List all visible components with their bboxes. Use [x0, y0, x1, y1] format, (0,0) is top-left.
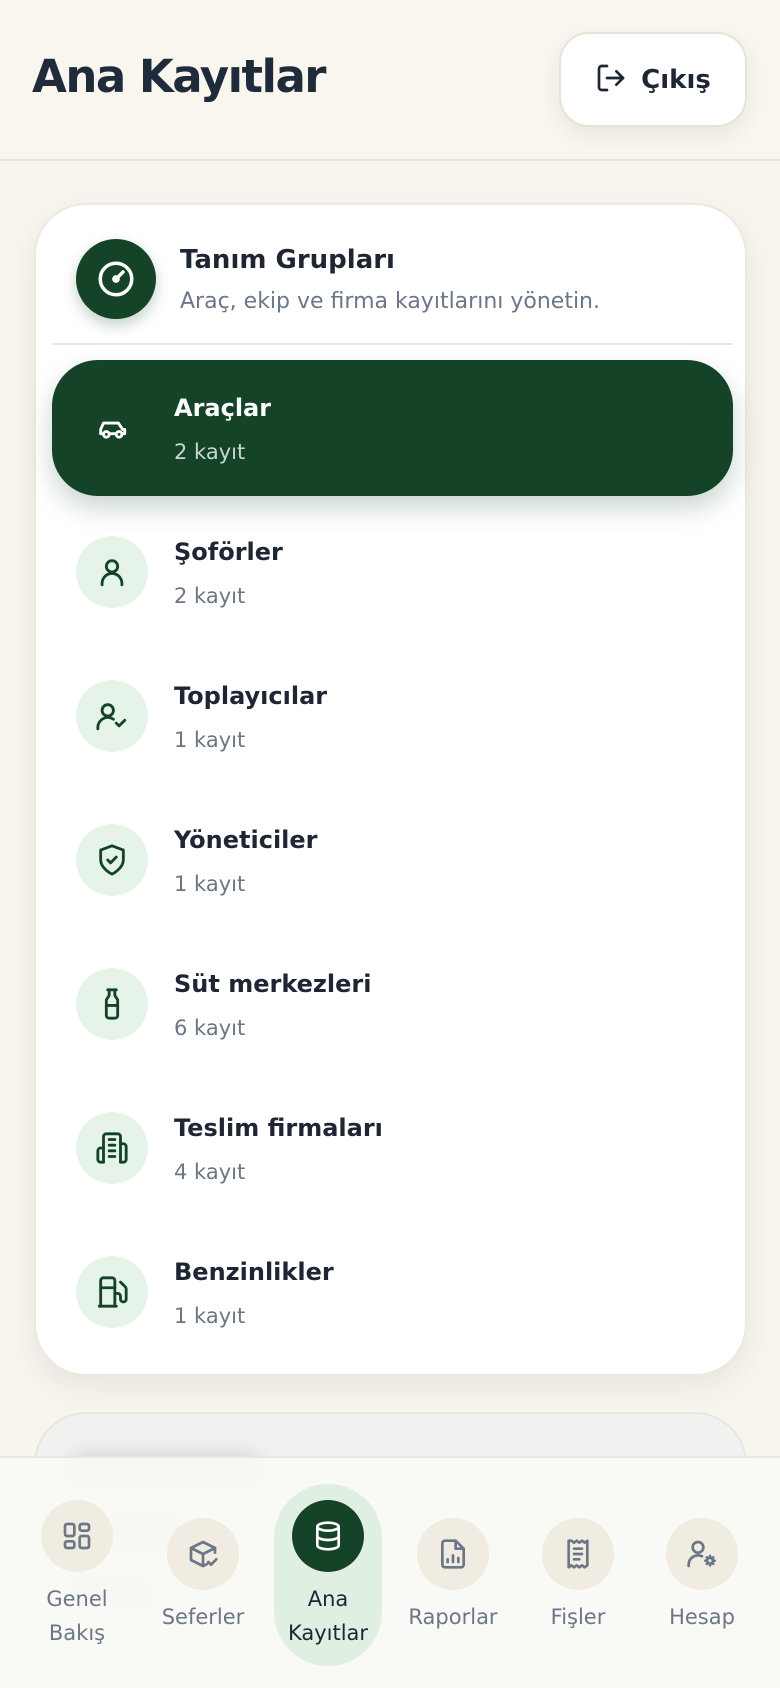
group-label: Süt merkezleri — [174, 970, 372, 998]
card-subtitle: Araç, ekip ve firma kayıtlarını yönetin. — [180, 289, 600, 314]
group-item-soforler[interactable]: Şoförler 2 kayıt — [52, 504, 733, 640]
database-icon — [292, 1500, 364, 1572]
bottom-navigation: Genel Bakış Seferler Ana Kayıtlar Raporl… — [0, 1456, 780, 1688]
building-icon — [76, 1112, 148, 1184]
group-count: 2 kayıt — [174, 440, 246, 464]
nav-item-seferler[interactable]: Seferler — [140, 1458, 266, 1688]
group-item-yoneticiler[interactable]: Yöneticiler 1 kayıt — [52, 792, 733, 928]
nav-item-fisler[interactable]: Fişler — [515, 1458, 641, 1688]
dashboard-icon — [41, 1500, 113, 1572]
logout-label: Çıkış — [641, 64, 711, 95]
nav-label: Kayıtlar — [287, 1621, 369, 1645]
package-check-icon — [167, 1518, 239, 1590]
group-item-benzinlikler[interactable]: Benzinlikler 1 kayıt — [52, 1224, 733, 1360]
log-out-icon — [595, 62, 627, 98]
divider — [52, 343, 733, 345]
group-label: Toplayıcılar — [174, 682, 328, 710]
group-item-sut-merkezleri[interactable]: Süt merkezleri 6 kayıt — [52, 936, 733, 1072]
group-item-araclar[interactable]: Araçlar 2 kayıt — [52, 360, 733, 496]
group-label: Şoförler — [174, 538, 283, 566]
group-label: Araçlar — [174, 394, 272, 422]
card-title: Tanım Grupları — [180, 245, 395, 275]
shield-check-icon — [76, 824, 148, 896]
group-label: Benzinlikler — [174, 1258, 334, 1286]
nav-item-genel-bakis[interactable]: Genel Bakış — [14, 1458, 140, 1688]
logout-button[interactable]: Çıkış — [559, 32, 747, 127]
user-cog-icon — [666, 1518, 738, 1590]
group-item-toplayicilar[interactable]: Toplayıcılar 1 kayıt — [52, 648, 733, 784]
fuel-icon — [76, 1256, 148, 1328]
group-count: 1 kayıt — [174, 872, 246, 896]
nav-item-raporlar[interactable]: Raporlar — [390, 1458, 516, 1688]
page-title: Ana Kayıtlar — [32, 50, 327, 103]
nav-item-hesap[interactable]: Hesap — [639, 1458, 765, 1688]
definition-groups-card: Tanım Grupları Araç, ekip ve firma kayıt… — [34, 203, 747, 1376]
receipt-icon — [542, 1518, 614, 1590]
group-item-teslim-firmalari[interactable]: Teslim firmaları 4 kayıt — [52, 1080, 733, 1216]
nav-label: Bakış — [48, 1621, 106, 1645]
nav-label: Hesap — [669, 1605, 735, 1629]
car-icon — [76, 392, 148, 464]
report-icon — [417, 1518, 489, 1590]
nav-label: Genel — [46, 1587, 108, 1611]
group-label: Teslim firmaları — [174, 1114, 383, 1142]
milk-bottle-icon — [76, 968, 148, 1040]
group-count: 6 kayıt — [174, 1016, 246, 1040]
group-count: 4 kayıt — [174, 1160, 246, 1184]
card-header: Tanım Grupları Araç, ekip ve firma kayıt… — [36, 205, 745, 345]
nav-label: Seferler — [161, 1605, 245, 1629]
top-header: Ana Kayıtlar Çıkış — [0, 0, 780, 161]
user-check-icon — [76, 680, 148, 752]
user-icon — [76, 536, 148, 608]
nav-label: Fişler — [550, 1605, 606, 1629]
app-screen: Ana Kayıtlar Çıkış Tanım Grupları Araç, … — [0, 0, 780, 1688]
group-label: Yöneticiler — [174, 826, 318, 854]
nav-label: Ana — [307, 1587, 349, 1611]
nav-label: Raporlar — [408, 1605, 498, 1629]
nav-item-ana-kayitlar[interactable]: Ana Kayıtlar — [265, 1458, 391, 1688]
group-count: 1 kayıt — [174, 1304, 246, 1328]
group-count: 1 kayıt — [174, 728, 246, 752]
gauge-icon — [76, 239, 156, 319]
group-count: 2 kayıt — [174, 584, 246, 608]
